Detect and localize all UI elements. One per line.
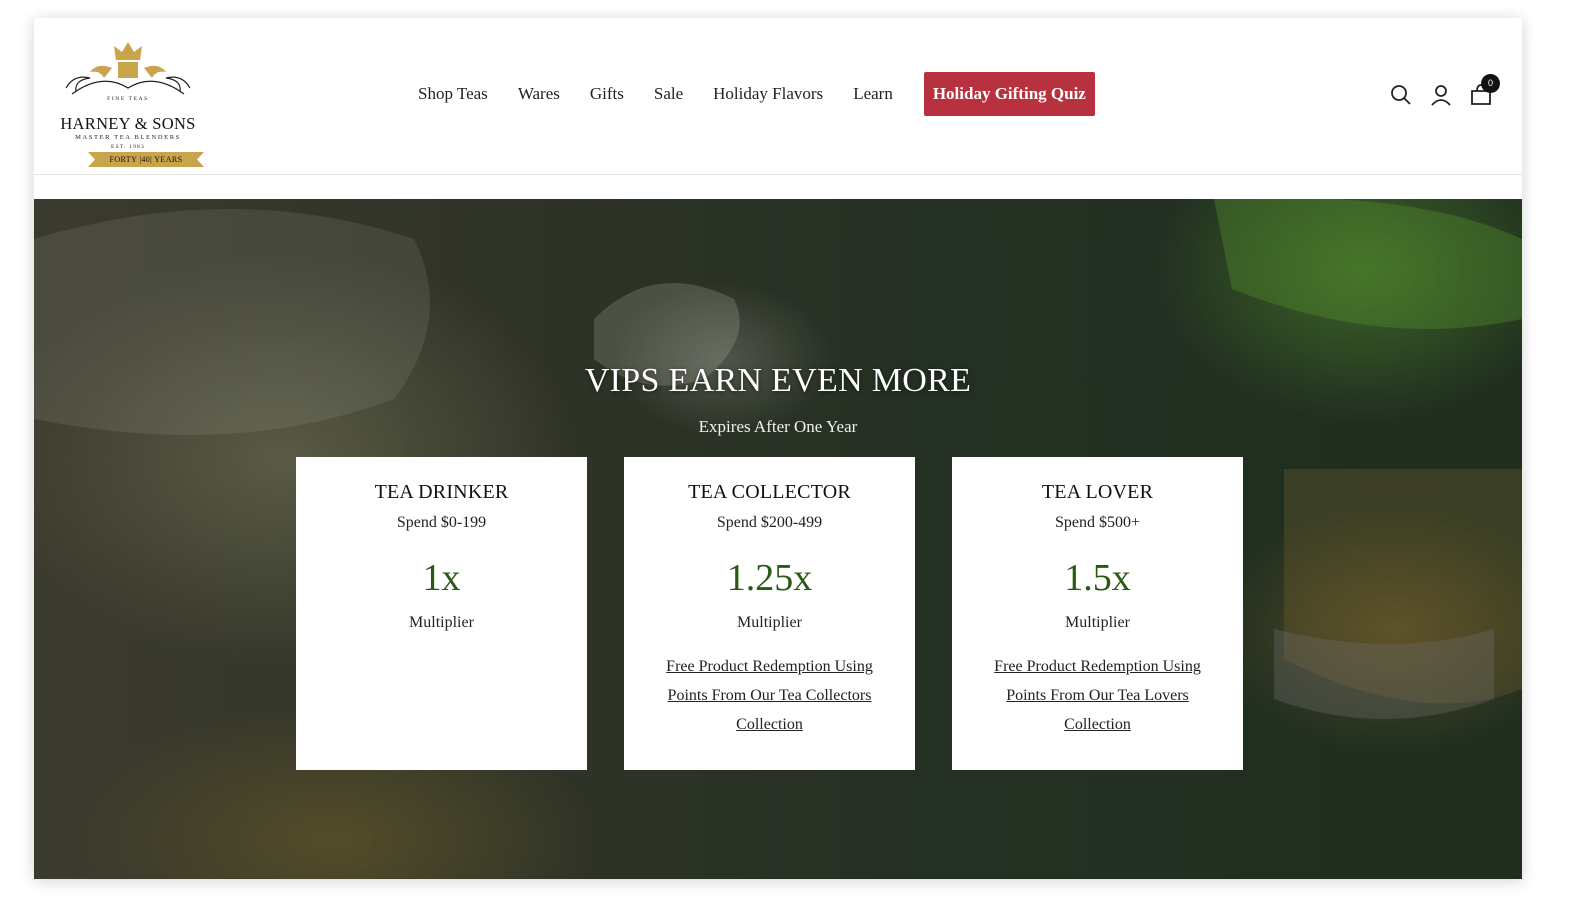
main-nav: Shop Teas Wares Gifts Sale Holiday Flavo… [418,72,1095,116]
tier-multiplier: 1.25x [726,557,813,599]
nav-gifts[interactable]: Gifts [590,84,624,104]
nav-learn[interactable]: Learn [853,84,893,104]
site-header: FINE TEAS HARNEY & SONS MASTER TEA BLEND… [34,18,1522,175]
hero-subtitle: Expires After One Year [698,417,858,436]
tier-card-tea-drinker: TEA DRINKER Spend $0-199 1x Multiplier [296,457,587,770]
logo-brand: HARNEY & SONS [60,114,196,133]
hero-title: VIPS EARN EVEN MORE [584,362,972,399]
tier-name: TEA LOVER [1041,481,1154,503]
tea-lovers-collection-link[interactable]: Free Product Redemption Using Points Fro… [983,652,1213,739]
tier-card-tea-lover: TEA LOVER Spend $500+ 1.5x Multiplier Fr… [952,457,1243,770]
logo-est: EST. 1983 [111,144,145,150]
harney-sons-logo[interactable]: FINE TEAS HARNEY & SONS MASTER TEA BLEND… [52,38,204,167]
tier-spend: Spend $0-199 [396,514,487,531]
tier-spend: Spend $200-499 [716,514,823,531]
vip-hero-section: VIPS EARN EVEN MORE Expires After One Ye… [34,199,1522,879]
crown-crest-icon [65,42,191,95]
tier-multiplier-label: Multiplier [409,614,474,631]
tier-multiplier-label: Multiplier [737,614,802,631]
account-icon[interactable] [1428,82,1454,108]
cart-count-badge: 0 [1481,74,1500,93]
holiday-gifting-quiz-button[interactable]: Holiday Gifting Quiz [923,72,1095,116]
nav-shop-teas[interactable]: Shop Teas [418,84,488,104]
nav-sale[interactable]: Sale [654,84,683,104]
header-icons: 0 [1374,74,1504,112]
search-icon[interactable] [1388,82,1414,108]
logo-tagline: MASTER TEA BLENDERS [75,134,181,141]
tier-multiplier: 1.5x [1064,557,1131,599]
logo-banner: FORTY |40| YEARS [88,152,204,167]
tier-name: TEA COLLECTOR [688,481,851,503]
tier-card-tea-collector: TEA COLLECTOR Spend $200-499 1.25x Multi… [624,457,915,770]
nav-wares[interactable]: Wares [518,84,560,104]
tier-multiplier-label: Multiplier [1065,614,1130,631]
page-frame: FINE TEAS HARNEY & SONS MASTER TEA BLEND… [34,18,1522,879]
tier-spend: Spend $500+ [1054,514,1141,531]
tier-name: TEA DRINKER [374,481,509,503]
nav-holiday-flavors[interactable]: Holiday Flavors [713,84,823,104]
cart-icon[interactable]: 0 [1468,74,1500,108]
logo-top-text: FINE TEAS [107,96,149,102]
tea-collectors-collection-link[interactable]: Free Product Redemption Using Points Fro… [655,652,885,739]
tier-multiplier: 1x [422,557,461,599]
